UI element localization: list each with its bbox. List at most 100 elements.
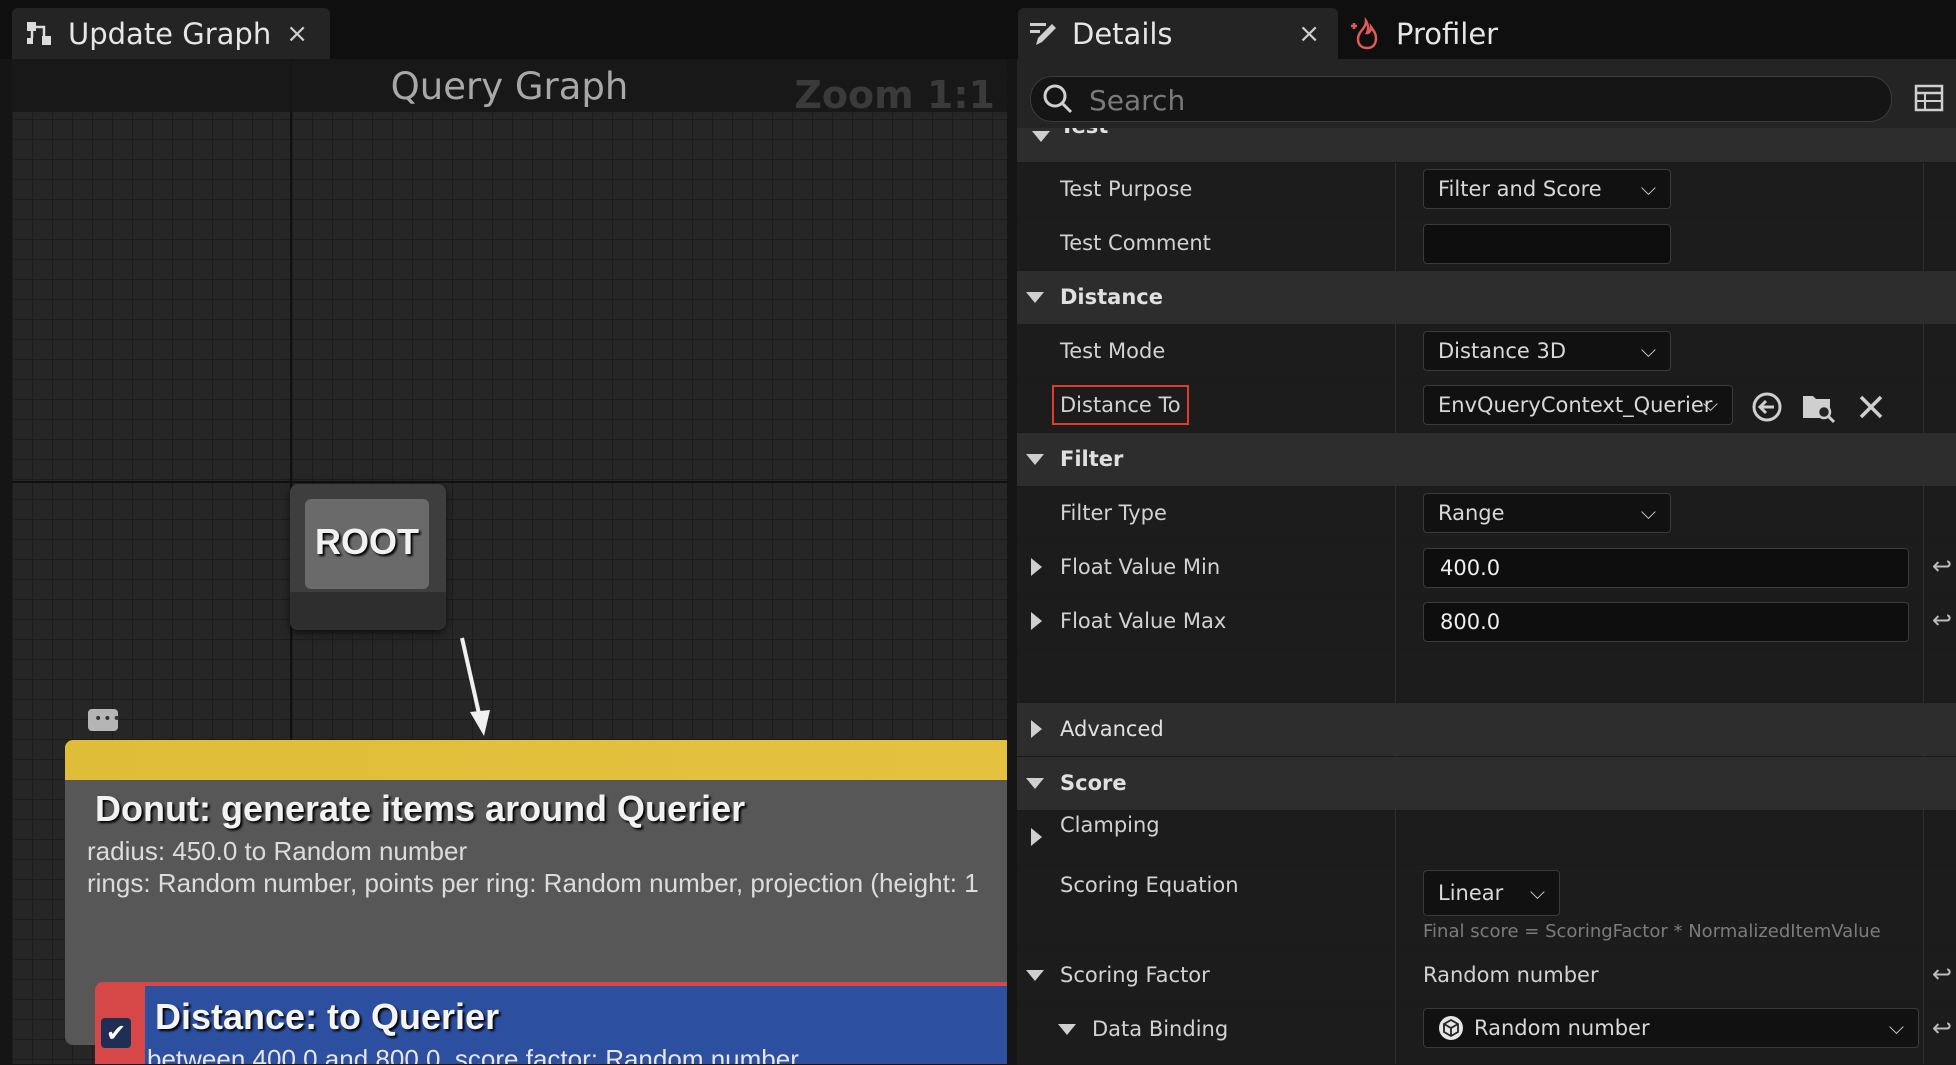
graph-axis-horizontal bbox=[12, 481, 1007, 483]
dropdown-value: EnvQueryContext_Querier bbox=[1438, 393, 1713, 417]
root-node-body: ROOT bbox=[305, 499, 429, 589]
distance-to-label-highlighted: Distance To bbox=[1052, 385, 1189, 425]
dropdown-value: Distance 3D bbox=[1438, 339, 1567, 363]
test-comment-field[interactable] bbox=[1423, 224, 1671, 264]
column-splitter-right[interactable] bbox=[1923, 163, 1924, 1064]
pencil-icon bbox=[1030, 22, 1056, 45]
row-clamping: Clamping bbox=[1017, 811, 1956, 865]
distance-test-title: Distance: to Querier bbox=[155, 996, 500, 1037]
row-scoring-factor: Scoring Factor Random number bbox=[1017, 949, 1956, 1003]
category-label: Filter bbox=[1060, 447, 1124, 471]
category-advanced[interactable]: Advanced bbox=[1017, 703, 1956, 757]
root-label: ROOT bbox=[315, 521, 419, 562]
category-filter[interactable]: Filter bbox=[1017, 433, 1956, 487]
chevron-down-icon: ⌵ bbox=[1640, 176, 1656, 200]
zoom-indicator: Zoom 1:1 bbox=[794, 73, 995, 117]
donut-node-line-2: rings: Random number, points per ring: R… bbox=[87, 868, 979, 898]
search-input[interactable] bbox=[1087, 77, 1871, 123]
tab-update-graph[interactable]: Update Graph × bbox=[12, 8, 330, 59]
distance-test-node[interactable]: ✔ Distance: to Querier between 400.0 and… bbox=[95, 982, 1007, 1064]
search-box[interactable] bbox=[1030, 76, 1892, 123]
property-label: Test Purpose bbox=[1060, 177, 1193, 201]
graph-icon bbox=[27, 21, 51, 45]
chevron-down-icon: ⌵ bbox=[1640, 500, 1656, 524]
category-distance[interactable]: Distance bbox=[1017, 271, 1956, 325]
property-label: Data Binding bbox=[1092, 1017, 1229, 1041]
category-label: Distance bbox=[1060, 285, 1163, 309]
donut-node-line-1: radius: 450.0 to Random number bbox=[87, 836, 468, 866]
float-value-min-field[interactable]: 400.0 bbox=[1423, 548, 1909, 588]
cube-icon bbox=[1439, 1016, 1463, 1040]
test-purpose-dropdown[interactable]: Filter and Score ⌵ bbox=[1423, 169, 1671, 209]
dropdown-value: Linear bbox=[1438, 881, 1504, 905]
property-label: Float Value Min bbox=[1060, 555, 1221, 579]
search-icon bbox=[1043, 84, 1073, 114]
expand-arrow-icon[interactable] bbox=[1031, 558, 1042, 576]
close-icon[interactable]: × bbox=[1298, 19, 1320, 49]
scoring-factor-value: Random number bbox=[1423, 963, 1599, 987]
distance-test-body: Distance: to Querier between 400.0 and 8… bbox=[145, 986, 1007, 1064]
property-label: Test Mode bbox=[1060, 339, 1166, 363]
chevron-down-icon: ⌵ bbox=[1640, 338, 1656, 362]
distance-to-dropdown[interactable]: EnvQueryContext_Querier ⌵ bbox=[1423, 385, 1733, 425]
expand-arrow-icon[interactable] bbox=[1031, 720, 1042, 738]
category-score[interactable]: Score bbox=[1017, 757, 1956, 811]
dropdown-value: Filter and Score bbox=[1438, 177, 1602, 201]
node-header-bar bbox=[65, 740, 1007, 780]
connection-arrow bbox=[460, 637, 490, 736]
collapse-arrow-icon[interactable] bbox=[1032, 131, 1050, 142]
property-label: Float Value Max bbox=[1060, 609, 1227, 633]
collapse-arrow-icon[interactable] bbox=[1026, 778, 1044, 789]
reset-arrow-icon[interactable]: ↩ bbox=[1932, 1014, 1952, 1042]
root-node[interactable]: ROOT bbox=[290, 484, 446, 630]
dropdown-value: Range bbox=[1438, 501, 1505, 525]
property-label: Filter Type bbox=[1060, 501, 1167, 525]
collapse-arrow-icon[interactable] bbox=[1058, 1024, 1076, 1035]
category-label: Advanced bbox=[1060, 717, 1164, 741]
use-selected-icon[interactable] bbox=[1750, 390, 1784, 424]
chevron-down-icon: ⌵ bbox=[1888, 1015, 1904, 1039]
clear-icon[interactable] bbox=[1856, 392, 1886, 422]
tab-details[interactable]: Details × bbox=[1018, 8, 1338, 59]
root-output-pin[interactable] bbox=[290, 592, 446, 630]
donut-node-title: Donut: generate items around Querier bbox=[95, 788, 746, 829]
category-label: Test bbox=[1060, 128, 1108, 138]
tab-profiler[interactable]: Profiler bbox=[1348, 8, 1648, 59]
comment-bubble-icon[interactable]: ••• bbox=[88, 709, 121, 731]
collapse-arrow-icon[interactable] bbox=[1026, 454, 1044, 465]
browse-asset-icon[interactable] bbox=[1800, 388, 1836, 424]
dropdown-value: Random number bbox=[1474, 1016, 1650, 1040]
test-enabled-checkbox[interactable]: ✔ bbox=[101, 1018, 131, 1048]
details-tab-title: Details bbox=[1072, 16, 1173, 51]
scoring-equation-dropdown[interactable]: Linear ⌵ bbox=[1423, 870, 1560, 916]
profiler-tab-title: Profiler bbox=[1396, 16, 1499, 51]
close-icon[interactable]: × bbox=[286, 19, 308, 49]
filter-type-dropdown[interactable]: Range ⌵ bbox=[1423, 493, 1671, 533]
table-view-icon[interactable] bbox=[1914, 84, 1944, 112]
chevron-down-icon: ⌵ bbox=[1702, 392, 1718, 416]
expand-arrow-icon[interactable] bbox=[1031, 828, 1042, 846]
query-graph-canvas[interactable]: Query Graph Zoom 1:1 ROOT ••• Donut: gen… bbox=[12, 59, 1007, 1064]
reset-arrow-icon[interactable]: ↩ bbox=[1932, 552, 1952, 580]
donut-generator-node[interactable]: Donut: generate items around Querier rad… bbox=[65, 740, 1007, 1064]
flame-icon bbox=[1351, 16, 1378, 49]
scoring-equation-hint: Final score = ScoringFactor * Normalized… bbox=[1423, 921, 1881, 942]
test-mode-dropdown[interactable]: Distance 3D ⌵ bbox=[1423, 331, 1671, 371]
collapse-arrow-icon[interactable] bbox=[1026, 970, 1044, 981]
column-splitter[interactable] bbox=[1395, 163, 1396, 1064]
collapse-arrow-icon[interactable] bbox=[1026, 292, 1044, 303]
float-value-max-field[interactable]: 800.0 bbox=[1423, 602, 1909, 642]
row-empty bbox=[1017, 649, 1956, 703]
property-label: Scoring Factor bbox=[1060, 963, 1210, 987]
category-test[interactable]: Test bbox=[1017, 128, 1956, 163]
reset-arrow-icon[interactable]: ↩ bbox=[1932, 606, 1952, 634]
property-label: Clamping bbox=[1060, 813, 1160, 837]
tab-title: Update Graph bbox=[68, 16, 272, 51]
reset-arrow-icon[interactable]: ↩ bbox=[1932, 960, 1952, 988]
data-binding-dropdown[interactable]: Random number ⌵ bbox=[1423, 1008, 1919, 1048]
property-label: Scoring Equation bbox=[1060, 873, 1239, 897]
distance-test-subtitle: between 400.0 and 800.0, score factor: R… bbox=[147, 1044, 799, 1064]
chevron-down-icon: ⌵ bbox=[1529, 880, 1545, 904]
category-label: Score bbox=[1060, 771, 1127, 795]
expand-arrow-icon[interactable] bbox=[1031, 612, 1042, 630]
